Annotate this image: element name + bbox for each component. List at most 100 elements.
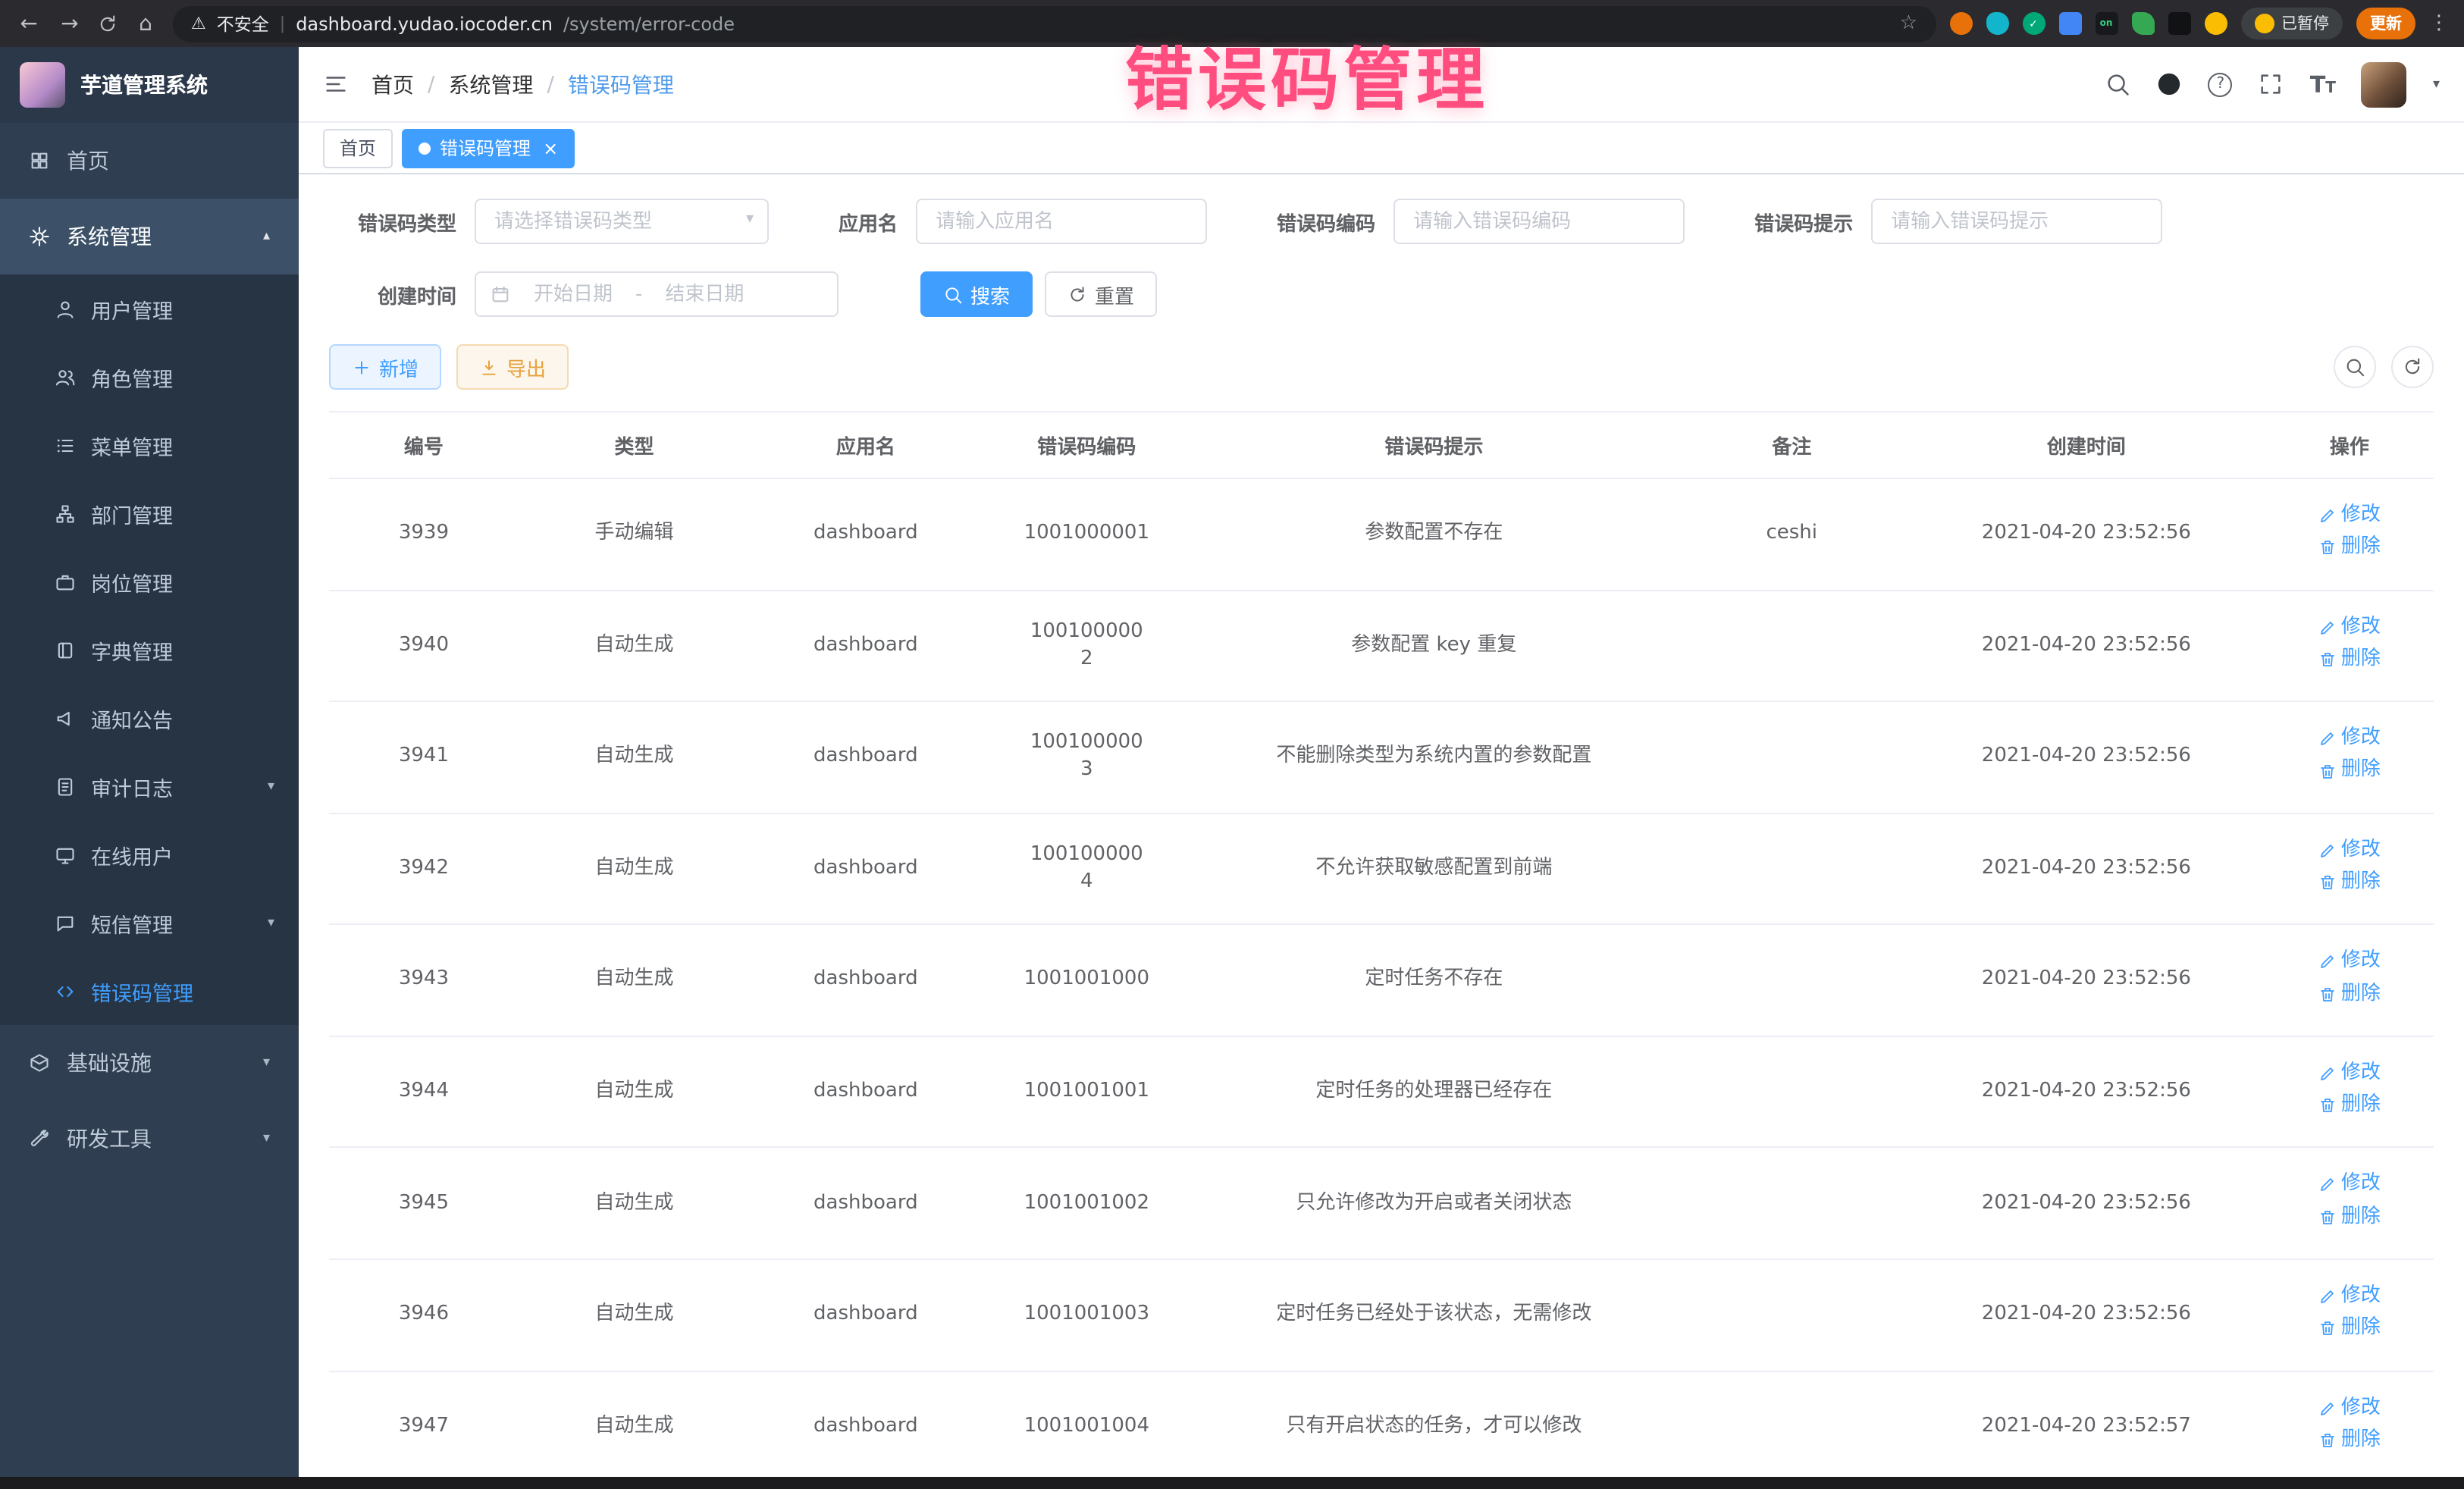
cell-id: 3946 bbox=[329, 1259, 519, 1371]
sidebar-item-departments[interactable]: 部门管理 bbox=[0, 479, 299, 547]
paused-badge[interactable]: 已暂停 bbox=[2240, 8, 2343, 39]
cell-app: dashboard bbox=[750, 1259, 981, 1371]
cell-app: dashboard bbox=[750, 478, 981, 590]
hamburger-icon[interactable] bbox=[323, 71, 349, 97]
edit-link[interactable]: 修改 bbox=[2318, 1060, 2381, 1087]
delete-link[interactable]: 删除 bbox=[2318, 646, 2381, 673]
date-range-picker[interactable]: - bbox=[475, 271, 839, 317]
sidebar-item-label: 岗位管理 bbox=[91, 566, 173, 597]
error-message-input[interactable] bbox=[1871, 199, 2162, 244]
logo-avatar bbox=[20, 62, 65, 108]
extension-green-check-icon[interactable]: ✓ bbox=[2022, 12, 2045, 35]
edit-link[interactable]: 修改 bbox=[2318, 1283, 2381, 1310]
sidebar-item-dictionary[interactable]: 字典管理 bbox=[0, 616, 299, 684]
table-row: 3946 自动生成 dashboard 1001001003 定时任务已经处于该… bbox=[329, 1259, 2434, 1371]
sidebar-item-home[interactable]: 首页 bbox=[0, 123, 299, 199]
close-icon[interactable]: × bbox=[543, 137, 558, 158]
user-avatar[interactable] bbox=[2362, 61, 2407, 107]
tab-home[interactable]: 首页 bbox=[323, 128, 393, 168]
error-type-select[interactable]: ▾ bbox=[475, 199, 769, 244]
tab-error-codes[interactable]: 错误码管理 × bbox=[402, 128, 575, 168]
edit-link[interactable]: 修改 bbox=[2318, 836, 2381, 864]
extension-orange-icon[interactable] bbox=[1949, 12, 1972, 35]
sidebar-item-devtools[interactable]: 研发工具 ▾ bbox=[0, 1101, 299, 1177]
delete-link[interactable]: 删除 bbox=[2318, 869, 2381, 896]
sidebar-item-audit-logs[interactable]: 审计日志 ▾ bbox=[0, 752, 299, 820]
edit-icon bbox=[2318, 618, 2337, 636]
edit-link[interactable]: 修改 bbox=[2318, 613, 2381, 641]
edit-link[interactable]: 修改 bbox=[2318, 502, 2381, 529]
extension-pin-icon[interactable] bbox=[2168, 12, 2190, 35]
home-icon[interactable]: ⌂ bbox=[132, 11, 159, 36]
delete-link[interactable]: 删除 bbox=[2318, 1092, 2381, 1119]
column-header-actions: 操作 bbox=[2265, 412, 2434, 478]
sidebar-item-menus[interactable]: 菜单管理 bbox=[0, 411, 299, 479]
app-name-input[interactable] bbox=[916, 199, 1207, 244]
edit-link[interactable]: 修改 bbox=[2318, 948, 2381, 976]
edit-link[interactable]: 修改 bbox=[2318, 1171, 2381, 1199]
sidebar-item-online-users[interactable]: 在线用户 bbox=[0, 820, 299, 889]
end-date-input[interactable] bbox=[648, 283, 760, 306]
sidebar-item-system[interactable]: 系统管理 ▴ bbox=[0, 199, 299, 274]
reset-button[interactable]: 重置 bbox=[1045, 271, 1157, 317]
edit-link[interactable]: 修改 bbox=[2318, 725, 2381, 752]
export-button[interactable]: 导出 bbox=[456, 344, 569, 390]
sidebar-item-sms[interactable]: 短信管理 ▾ bbox=[0, 889, 299, 957]
audit-doc-icon bbox=[55, 776, 76, 797]
add-button[interactable]: 新增 bbox=[329, 344, 441, 390]
edit-link[interactable]: 修改 bbox=[2318, 1394, 2381, 1422]
sidebar-item-label: 部门管理 bbox=[91, 498, 173, 528]
forward-icon[interactable]: → bbox=[56, 11, 83, 36]
cell-actions: 修改 删除 bbox=[2265, 1036, 2434, 1148]
sidebar-item-posts[interactable]: 岗位管理 bbox=[0, 547, 299, 616]
delete-link[interactable]: 删除 bbox=[2318, 980, 2381, 1008]
edit-label: 修改 bbox=[2341, 836, 2381, 864]
cell-code: 1001001002 bbox=[982, 1148, 1193, 1259]
start-date-input[interactable] bbox=[517, 283, 629, 306]
refresh-table-button[interactable] bbox=[2391, 346, 2434, 388]
sidebar-item-infrastructure[interactable]: 基础设施 ▾ bbox=[0, 1025, 299, 1101]
github-icon[interactable] bbox=[2157, 71, 2183, 97]
toggle-search-button[interactable] bbox=[2334, 346, 2376, 388]
extension-green-leaf-icon[interactable] bbox=[2131, 12, 2154, 35]
edit-icon bbox=[2318, 1064, 2337, 1083]
help-icon[interactable]: ? bbox=[2209, 72, 2233, 96]
edit-icon bbox=[2318, 1176, 2337, 1194]
delete-link[interactable]: 删除 bbox=[2318, 757, 2381, 785]
delete-link[interactable]: 删除 bbox=[2318, 1427, 2381, 1454]
browser-profile-avatar[interactable] bbox=[2204, 12, 2227, 35]
fullscreen-icon[interactable] bbox=[2259, 71, 2284, 97]
reload-icon[interactable] bbox=[97, 13, 118, 34]
update-button[interactable]: 更新 bbox=[2356, 8, 2415, 39]
sidebar-item-users[interactable]: 用户管理 bbox=[0, 274, 299, 343]
sidebar-item-notices[interactable]: 通知公告 bbox=[0, 684, 299, 752]
sidebar-item-roles[interactable]: 角色管理 bbox=[0, 343, 299, 411]
caret-down-icon[interactable]: ▾ bbox=[2433, 77, 2440, 92]
delete-link[interactable]: 删除 bbox=[2318, 534, 2381, 562]
error-code-input[interactable] bbox=[1393, 199, 1685, 244]
extension-on-badge-icon[interactable]: on bbox=[2095, 12, 2118, 35]
cube-icon bbox=[29, 1052, 50, 1074]
users-icon bbox=[55, 366, 76, 387]
search-button[interactable]: 搜索 bbox=[920, 271, 1033, 317]
app-logo[interactable]: 芋道管理系统 bbox=[0, 47, 299, 123]
sidebar-item-error-codes[interactable]: 错误码管理 bbox=[0, 957, 299, 1025]
breadcrumb-system[interactable]: 系统管理 bbox=[448, 69, 533, 99]
delete-link[interactable]: 删除 bbox=[2318, 1315, 2381, 1342]
breadcrumb-home[interactable]: 首页 bbox=[371, 69, 414, 99]
security-label[interactable]: 不安全 bbox=[217, 11, 269, 36]
cell-time: 2021-04-20 23:52:56 bbox=[1908, 1259, 2265, 1371]
extension-teal-drop-icon[interactable] bbox=[1986, 12, 2008, 35]
chevron-down-icon: ▾ bbox=[268, 915, 274, 930]
cell-type: 自动生成 bbox=[519, 701, 750, 813]
delete-link[interactable]: 删除 bbox=[2318, 1203, 2381, 1230]
browser-menu-icon[interactable]: ⋮ bbox=[2429, 12, 2449, 35]
search-icon[interactable] bbox=[2105, 71, 2131, 97]
extension-blue-grid-icon[interactable] bbox=[2058, 12, 2081, 35]
filter-error-message: 错误码提示 bbox=[1754, 199, 2162, 244]
address-bar[interactable]: ⚠ 不安全 | dashboard.yudao.iocoder.cn /syst… bbox=[173, 5, 1936, 42]
back-icon[interactable]: ← bbox=[15, 11, 42, 36]
error-type-select-input[interactable] bbox=[475, 199, 769, 244]
font-size-icon[interactable]: TT bbox=[2310, 71, 2336, 98]
bookmark-star-icon[interactable]: ☆ bbox=[1900, 12, 1917, 35]
